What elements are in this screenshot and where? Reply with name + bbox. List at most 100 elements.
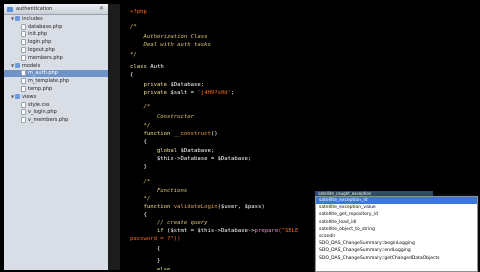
code-token: () [210,131,218,137]
folder-icon [15,63,20,69]
sidebar-header[interactable]: authentication ✕ [4,4,108,15]
code-token: validateLogin [170,204,218,210]
close-icon[interactable]: ✕ [99,5,104,12]
file-tree-label: views [22,93,37,100]
file-tree-label: v_login.php [28,109,57,116]
code-line: <?php [130,9,147,15]
file-item[interactable]: members.php [4,54,108,62]
autocomplete-item[interactable]: scandir [316,233,477,240]
code-token: $Database; [177,148,215,154]
autocomplete-item[interactable]: SDO_DAS_ChangeSummary::endLogging [316,247,477,254]
code-line: { [130,72,134,78]
code-token: ($stmt = $this->Database-> [163,228,255,234]
code-line: function __construct() [130,131,218,137]
editor-gutter [108,4,120,270]
code-token: ; [231,90,235,96]
code-token: if [130,228,164,234]
file-tree-label: m_template.php [28,78,70,85]
file-icon [21,86,26,93]
file-tree-label: database.php [28,23,63,30]
file-item[interactable]: m_auth.php [4,69,108,78]
file-tree-label: m_auth.php [28,70,58,77]
file-icon [21,117,26,124]
code-line: private $Database; [130,82,204,88]
file-tree-label: style.css [28,101,50,108]
code-line: } [130,258,161,264]
code-token: function [130,131,171,137]
code-line: Authorization Class [130,34,208,40]
code-line: { [130,246,161,252]
file-item[interactable]: m_template.php [4,77,108,85]
code-token: global [130,148,178,154]
file-item[interactable]: v_members.php [4,116,108,124]
code-token: ($user, $pass) [217,204,265,210]
file-tree-label: logout.php [28,47,55,54]
code-line: class Auth [130,64,164,70]
autocomplete-item[interactable]: satellite_get_repository_id [316,211,477,218]
file-icon [21,70,26,77]
code-token: prepare [254,228,279,234]
autocomplete-item[interactable]: satellite_object_to_string [316,226,477,233]
file-item[interactable]: temp.php [4,85,108,93]
file-icon [21,23,26,30]
code-line: private $salt = 'j4H9?s0d'; [130,90,234,96]
code-line: */ [130,123,151,129]
autocomplete-item[interactable]: SDO_DAS_ChangeSummary::beginLogging [316,240,477,247]
code-token: __construct [170,131,211,137]
file-icon [21,109,26,116]
code-line: password = ?")) [130,236,181,242]
file-tree-label: includes [22,15,43,22]
code-line: /* [130,104,151,110]
autocomplete-popup[interactable]: satellite_exception_id satellite_exceptio… [315,196,478,272]
folder-item[interactable]: ▼ views [4,93,108,101]
file-tree-label: temp.php [28,86,53,93]
file-icon [21,47,26,54]
code-line: */ [130,52,137,58]
code-line: function validateLogin($user, $pass) [130,204,265,210]
file-tree-label: members.php [28,54,63,61]
file-icon [21,101,26,108]
code-line: /* [130,24,137,30]
autocomplete-item[interactable]: SDO_DAS_ChangeSummary::getChangedDataObj… [316,255,477,262]
file-item[interactable]: database.php [4,23,108,31]
code-token: private [130,90,168,96]
project-sidebar: authentication ✕ ▼ includes database.php in… [4,4,108,270]
file-item[interactable]: login.php [4,38,108,46]
file-icon [21,31,26,38]
code-token: ("SELE [278,228,299,234]
code-line: $this->Database = $Database; [130,156,252,162]
folder-item[interactable]: ▼ includes [4,15,108,23]
code-line: Functions [130,188,188,194]
code-token: function [130,204,171,210]
file-tree-label: models [22,62,41,69]
code-line: { [130,212,147,218]
code-line: // create query [130,220,208,226]
code-token: $Database; [167,82,205,88]
code-line: } [130,164,147,170]
autocomplete-item[interactable]: satellite_exception_value [316,204,477,211]
autocomplete-item[interactable]: satellite_load_idl [316,219,477,226]
folder-icon [7,6,13,12]
project-title: authentication [16,6,53,12]
file-icon [21,39,26,46]
code-line: */ [130,196,151,202]
file-tree-label: login.php [28,39,52,46]
file-tree-label: init.php [28,31,48,38]
file-tree: ▼ includes database.php init.php login.php lo… [4,15,108,124]
file-item[interactable]: v_login.php [4,109,108,117]
autocomplete-item[interactable]: satellite_exception_id [316,197,477,205]
file-item[interactable]: logout.php [4,46,108,54]
code-token: $salt = [167,90,198,96]
folder-icon [15,94,20,100]
code-line: global $Database; [130,148,214,154]
file-tree-label: v_members.php [28,117,69,124]
file-item[interactable]: style.css [4,101,108,109]
folder-item[interactable]: ▼ models [4,62,108,70]
file-icon [21,54,26,61]
code-line: if ($stmt = $this->Database->prepare("SE… [130,228,298,234]
file-icon [21,78,26,85]
file-item[interactable]: init.php [4,31,108,39]
code-line: /* [130,179,151,185]
code-token: 'j4H9?s0d' [197,90,232,96]
code-token: private [130,82,168,88]
